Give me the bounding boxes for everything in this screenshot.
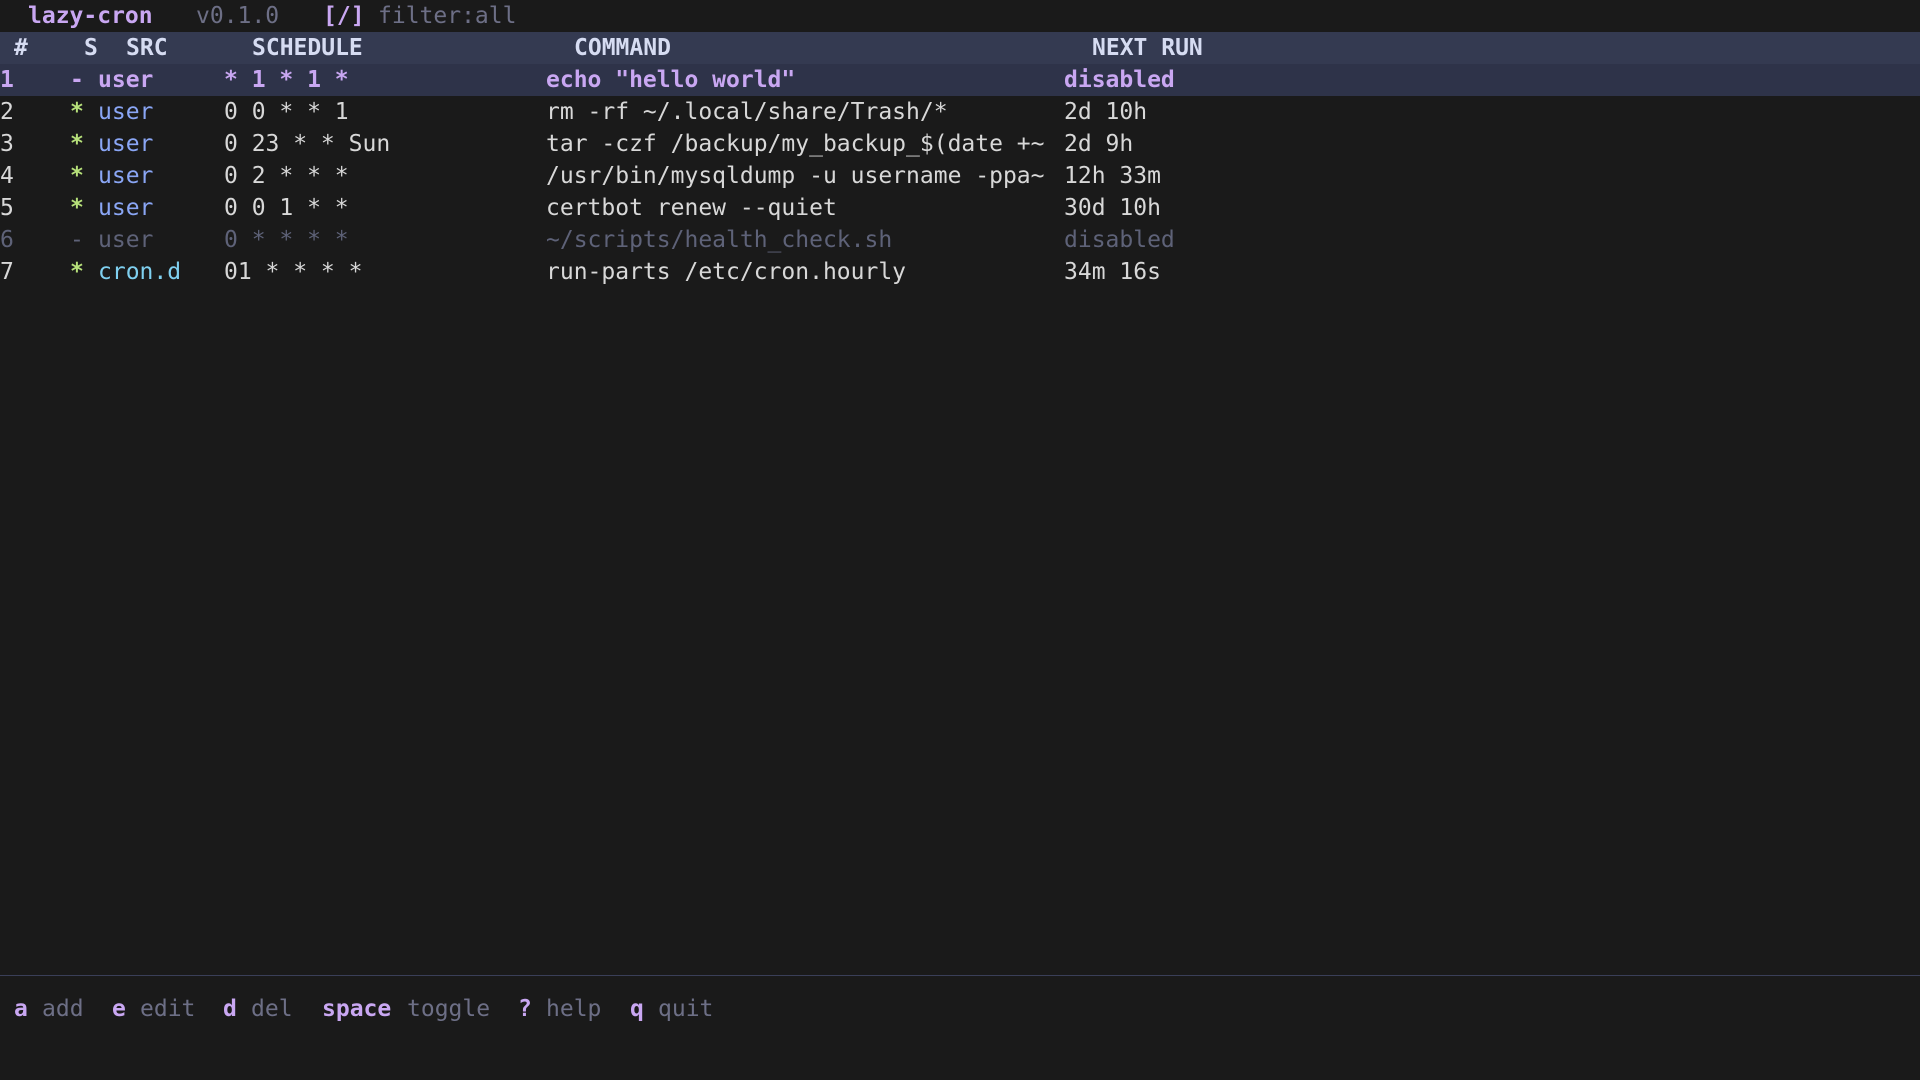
row-next-run: 2d 9h: [1064, 131, 1134, 157]
row-schedule: * 1 * 1 *: [224, 67, 349, 93]
row-schedule: 01 * * * *: [224, 259, 363, 285]
row-next-run: disabled: [1064, 67, 1175, 93]
shortcut-add-label: add: [42, 996, 84, 1022]
row-number: 1: [0, 67, 14, 93]
row-next-run: 34m 16s: [1064, 259, 1161, 285]
row-command: certbot renew --quiet: [546, 195, 837, 221]
title-bar: lazy-cron v0.1.0 [/] filter:all: [0, 0, 1920, 32]
shortcut-edit-label: edit: [140, 996, 196, 1022]
row-number: 3: [0, 131, 14, 157]
app-name: lazy-cron: [28, 3, 153, 29]
row-next-run: disabled: [1064, 227, 1175, 253]
table-header: # S SRC SCHEDULE COMMAND NEXT RUN: [0, 32, 1920, 64]
app-version: v0.1.0: [196, 3, 280, 29]
row-source: user: [98, 163, 154, 189]
terminal-window: lazy-cron v0.1.0 [/] filter:all # S SRC …: [0, 0, 1920, 1080]
column-header-schedule: SCHEDULE: [252, 35, 363, 61]
row-state-marker: *: [70, 99, 84, 125]
row-state-marker: *: [70, 195, 84, 221]
footer-divider: [0, 975, 1920, 976]
row-schedule: 0 2 * * *: [224, 163, 349, 189]
row-command: /usr/bin/mysqldump -u username -ppa~: [546, 163, 1045, 189]
table-row[interactable]: 6 - user 0 * * * * ~/scripts/health_chec…: [0, 224, 1920, 256]
shortcut-quit-label: quit: [658, 996, 714, 1022]
row-schedule: 0 23 * * Sun: [224, 131, 391, 157]
table-row[interactable]: 2 * user 0 0 * * 1 rm -rf ~/.local/share…: [0, 96, 1920, 128]
shortcut-edit-key[interactable]: e: [112, 993, 126, 1025]
shortcut-help-label: help: [546, 996, 602, 1022]
row-source: user: [98, 131, 154, 157]
keybinding-bar: a add e edit d del space toggle ? help q…: [0, 993, 713, 1025]
row-next-run: 30d 10h: [1064, 195, 1161, 221]
row-next-run: 2d 10h: [1064, 99, 1148, 125]
row-number: 4: [0, 163, 14, 189]
row-number: 5: [0, 195, 14, 221]
row-source: user: [98, 67, 154, 93]
shortcut-quit-key[interactable]: q: [630, 993, 644, 1025]
row-command: rm -rf ~/.local/share/Trash/*: [546, 99, 948, 125]
filter-shortcut[interactable]: [/]: [323, 0, 365, 32]
row-state-marker: -: [70, 227, 84, 253]
column-header-next-run: NEXT RUN: [1092, 35, 1203, 61]
row-source: cron.d: [98, 259, 182, 285]
row-next-run: 12h 33m: [1064, 163, 1161, 189]
row-source: user: [98, 195, 154, 221]
row-command: echo "hello world": [546, 67, 796, 93]
row-schedule: 0 * * * *: [224, 227, 349, 253]
row-schedule: 0 0 1 * *: [224, 195, 349, 221]
shortcut-add-key[interactable]: a: [14, 993, 28, 1025]
shortcut-toggle-label: toggle: [407, 996, 491, 1022]
row-source: user: [98, 227, 154, 253]
shortcut-toggle-key[interactable]: space: [322, 993, 391, 1025]
shortcut-del-key[interactable]: d: [223, 993, 237, 1025]
row-state-marker: *: [70, 131, 84, 157]
row-schedule: 0 0 * * 1: [224, 99, 349, 125]
column-header-state: S: [84, 35, 98, 61]
row-state-marker: -: [70, 67, 84, 93]
row-command: ~/scripts/health_check.sh: [546, 227, 893, 253]
row-number: 7: [0, 259, 14, 285]
column-header-command: COMMAND: [574, 35, 671, 61]
table-row[interactable]: 5 * user 0 0 1 * * certbot renew --quiet…: [0, 192, 1920, 224]
table-row[interactable]: 3 * user 0 23 * * Sun tar -czf /backup/m…: [0, 128, 1920, 160]
table-row[interactable]: 7 * cron.d 01 * * * * run-parts /etc/cro…: [0, 256, 1920, 288]
filter-status: filter:all: [378, 3, 517, 29]
shortcut-del-label: del: [251, 996, 293, 1022]
table-row[interactable]: 4 * user 0 2 * * * /usr/bin/mysqldump -u…: [0, 160, 1920, 192]
row-source: user: [98, 99, 154, 125]
row-state-marker: *: [70, 163, 84, 189]
table-row[interactable]: 1 - user * 1 * 1 * echo "hello world" di…: [0, 64, 1920, 96]
row-number: 6: [0, 227, 14, 253]
row-command: run-parts /etc/cron.hourly: [546, 259, 907, 285]
shortcut-help-key[interactable]: ?: [518, 993, 532, 1025]
row-number: 2: [0, 99, 14, 125]
row-command: tar -czf /backup/my_backup_$(date +~: [546, 131, 1045, 157]
column-header-num: #: [14, 35, 28, 61]
row-state-marker: *: [70, 259, 84, 285]
column-header-src: SRC: [126, 35, 168, 61]
